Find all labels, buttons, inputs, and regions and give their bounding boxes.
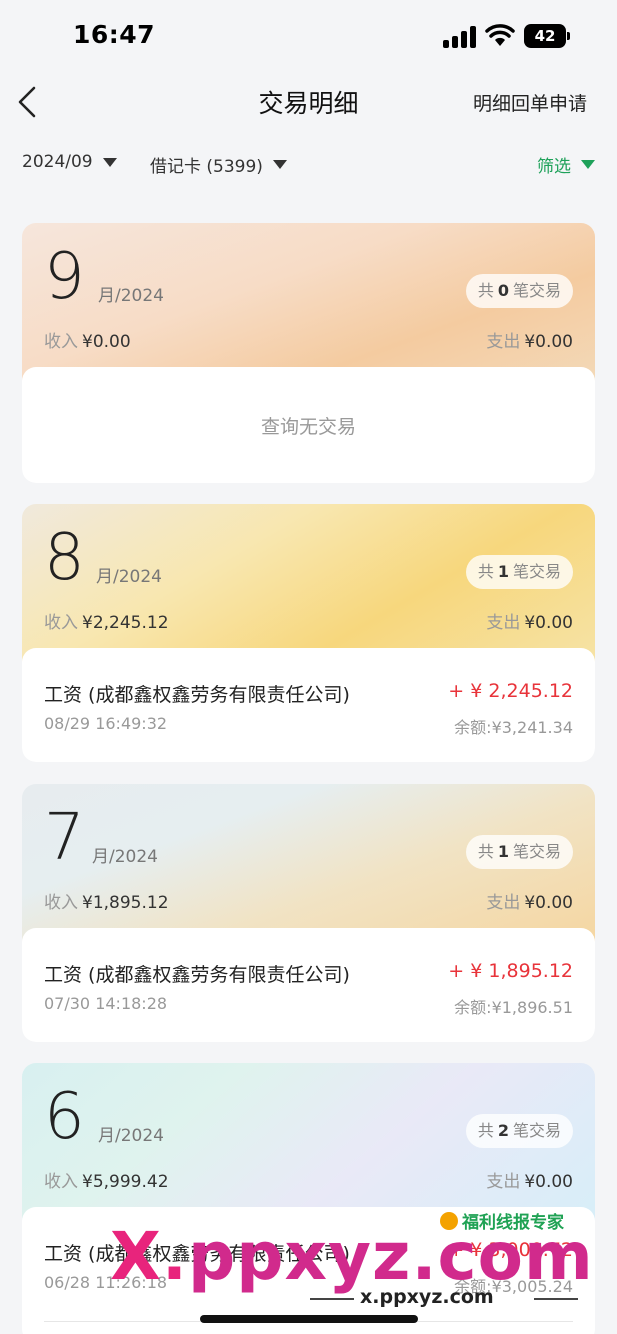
screen-filter-button[interactable]: 筛选	[537, 152, 595, 177]
battery-level: 42	[524, 24, 566, 48]
wifi-icon	[485, 24, 515, 46]
transaction-panel: 查询无交易	[22, 367, 595, 483]
transaction-panel: 工资 (成都鑫权鑫劳务有限责任公司) + ¥ 1,895.12 07/30 14…	[22, 928, 595, 1042]
cellular-signal-icon	[443, 26, 477, 48]
screen-filter-label: 筛选	[537, 157, 571, 177]
transaction-balance: 余额:¥3,005.24	[454, 1277, 573, 1296]
transaction-count: 1	[497, 562, 509, 581]
expense-amount: ¥0.00	[524, 613, 573, 633]
transaction-row[interactable]: 工资 (成都鑫权鑫劳务有限责任公司) + ¥ 1,895.12 07/30 14…	[22, 928, 595, 1038]
income-summary: 收入 ¥2,245.12	[44, 613, 169, 633]
transaction-name: 工资 (成都鑫权鑫劳务有限责任公司)	[44, 964, 350, 986]
transaction-count-badge: 共 0 笔交易	[465, 274, 573, 308]
expense-amount: ¥0.00	[524, 332, 573, 352]
month-year: 月/2024	[92, 847, 158, 867]
transaction-count: 0	[497, 281, 509, 300]
income-summary: 收入 ¥1,895.12	[44, 893, 169, 913]
transaction-date: 08/29 16:49:32	[44, 714, 168, 733]
month-card-july: 7 月/2024 共 1 笔交易 收入 ¥1,895.12 支出 ¥0.00 工资 (成…	[22, 784, 595, 1042]
expense-amount: ¥0.00	[524, 1172, 573, 1192]
month-card-september: 9 月/2024 共 0 笔交易 收入 ¥0.00 支出 ¥0.00 查询无交易	[22, 223, 595, 483]
transaction-balance: 余额:¥1,896.51	[454, 998, 573, 1017]
transaction-name: 工资 (成都鑫权鑫劳务有限责任公司)	[44, 684, 350, 706]
month-number: 9	[44, 240, 85, 314]
transaction-amount: + ¥ 2,245.12	[448, 680, 573, 702]
empty-message: 查询无交易	[260, 416, 356, 438]
transaction-name: 工资 (成都鑫权鑫劳务有限责任公司)	[44, 1243, 350, 1265]
transaction-amount: + ¥ 3,000.72	[448, 1239, 573, 1261]
transaction-row[interactable]: 工资 (成都鑫权鑫劳务有限责任公司) + ¥ 3,000.72 06/28 11…	[22, 1207, 595, 1317]
income-summary: 收入 ¥0.00	[44, 332, 131, 352]
month-card-august: 8 月/2024 共 1 笔交易 收入 ¥2,245.12 支出 ¥0.00 工资 (成…	[22, 504, 595, 762]
transaction-row[interactable]: 工资 (成都鑫权鑫劳务有限责任公司) + ¥ 2,245.12 08/29 16…	[22, 648, 595, 758]
income-amount: ¥2,245.12	[82, 613, 169, 633]
month-number: 7	[44, 801, 85, 875]
transaction-count: 1	[497, 842, 509, 861]
transaction-date: 07/30 14:18:28	[44, 994, 168, 1013]
transaction-panel: 工资 (成都鑫权鑫劳务有限责任公司) + ¥ 2,245.12 08/29 16…	[22, 648, 595, 762]
expense-summary: 支出 ¥0.00	[486, 1172, 573, 1192]
status-time: 16:47	[73, 20, 156, 49]
battery-icon: 42	[524, 24, 570, 48]
card-filter[interactable]: 借记卡 (5399)	[150, 152, 287, 177]
status-bar: 16:47 42	[0, 0, 617, 72]
transaction-count-badge: 共 2 笔交易	[465, 1114, 573, 1148]
expense-summary: 支出 ¥0.00	[486, 893, 573, 913]
transaction-count-badge: 共 1 笔交易	[465, 555, 573, 589]
date-filter[interactable]: 2024/09	[22, 152, 117, 172]
transaction-balance: 余额:¥3,241.34	[454, 718, 573, 737]
screen: 16:47 42 交易明细 明细回单申请 2024/09 借记卡 (5399) …	[0, 0, 617, 1334]
income-summary: 收入 ¥5,999.42	[44, 1172, 169, 1192]
expense-summary: 支出 ¥0.00	[486, 332, 573, 352]
receipt-request-link[interactable]: 明细回单申请	[473, 89, 587, 116]
month-year: 月/2024	[98, 1126, 164, 1146]
transaction-count: 2	[497, 1121, 509, 1140]
caret-down-icon	[272, 160, 287, 169]
expense-amount: ¥0.00	[524, 893, 573, 913]
transaction-count-badge: 共 1 笔交易	[465, 835, 573, 869]
nav-bar: 交易明细 明细回单申请	[0, 72, 617, 132]
income-amount: ¥1,895.12	[82, 893, 169, 913]
month-year: 月/2024	[98, 286, 164, 306]
expense-summary: 支出 ¥0.00	[486, 613, 573, 633]
month-year: 月/2024	[96, 567, 162, 587]
income-amount: ¥5,999.42	[82, 1172, 169, 1192]
caret-down-icon	[581, 160, 595, 169]
month-card-june: 6 月/2024 共 2 笔交易 收入 ¥5,999.42 支出 ¥0.00 工资 (成…	[22, 1063, 595, 1334]
month-number: 6	[44, 1080, 85, 1154]
date-filter-label: 2024/09	[22, 152, 93, 172]
home-indicator[interactable]	[200, 1315, 418, 1323]
income-amount: ¥0.00	[82, 332, 131, 352]
card-filter-label: 借记卡 (5399)	[150, 157, 263, 177]
month-number: 8	[44, 521, 85, 595]
caret-down-icon	[102, 157, 117, 167]
transaction-date: 06/28 11:26:18	[44, 1273, 168, 1292]
filter-row: 2024/09 借记卡 (5399) 筛选	[0, 144, 617, 184]
transaction-amount: + ¥ 1,895.12	[448, 960, 573, 982]
